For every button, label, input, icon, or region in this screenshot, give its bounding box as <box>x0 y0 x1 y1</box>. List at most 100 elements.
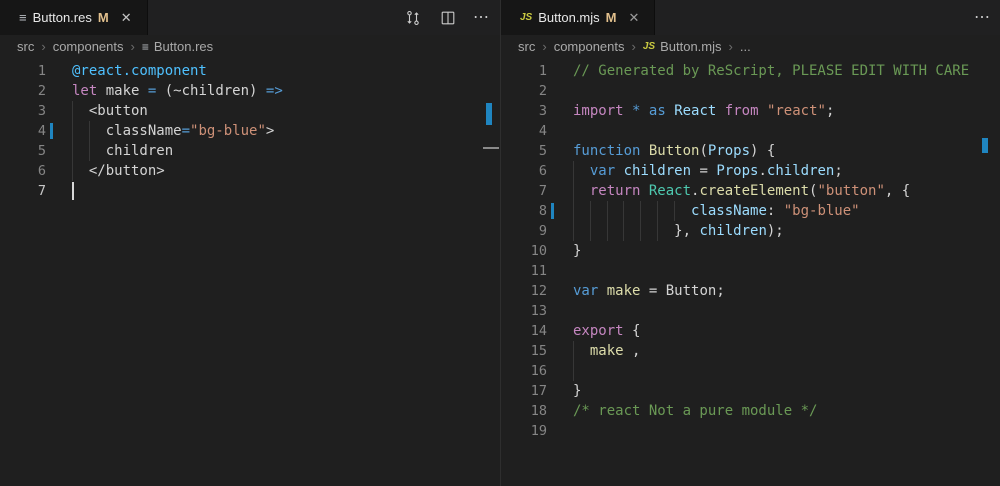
modified-gutter-marker <box>551 203 554 219</box>
code-line[interactable]: 12 var make = Button; <box>501 281 1000 301</box>
breadcrumb-separator: › <box>542 39 546 54</box>
indent-guide <box>573 361 574 381</box>
more-actions-icon[interactable]: ⋯ <box>473 13 490 23</box>
code-line[interactable]: 2 <box>501 81 1000 101</box>
code-line[interactable]: 4 className="bg-blue"> <box>0 121 500 141</box>
code-text: @react.component <box>72 61 207 81</box>
code-text: // Generated by ReScript, PLEASE EDIT WI… <box>573 61 969 81</box>
line-number: 5 <box>0 141 46 161</box>
modified-badge: M <box>98 10 109 25</box>
code-text: } <box>573 381 581 401</box>
line-number: 19 <box>501 421 547 441</box>
breadcrumb-item[interactable]: ... <box>740 39 751 54</box>
line-number: 5 <box>501 141 547 161</box>
editor-group-right: JS Button.mjs M ✕ ⋯ src›components›JSBut… <box>500 0 1000 486</box>
breadcrumb-left: src›components›≡Button.res <box>0 35 500 58</box>
breadcrumb-item[interactable]: src <box>518 39 535 54</box>
js-file-icon: JS <box>520 13 532 23</box>
code-line[interactable]: 1@react.component <box>0 61 500 81</box>
breadcrumb-item[interactable]: JSButton.mjs <box>643 39 722 54</box>
line-number: 9 <box>501 221 547 241</box>
close-icon[interactable]: ✕ <box>626 9 643 27</box>
code-line[interactable]: 13 <box>501 301 1000 321</box>
breadcrumb-item[interactable]: components <box>554 39 625 54</box>
breadcrumb-separator: › <box>729 39 733 54</box>
code-text: import * as React from "react"; <box>573 101 834 121</box>
code-line[interactable]: 15 make , <box>501 341 1000 361</box>
line-number: 11 <box>501 261 547 281</box>
breadcrumb-item[interactable]: components <box>53 39 124 54</box>
tab-bar-right: JS Button.mjs M ✕ ⋯ <box>501 0 1000 35</box>
code-text: /* react Not a pure module */ <box>573 401 817 421</box>
code-text: var make = Button; <box>573 281 725 301</box>
code-line[interactable]: 11 <box>501 261 1000 281</box>
file-lines-icon: ≡ <box>19 11 27 24</box>
code-line[interactable]: 3 import * as React from "react"; <box>501 101 1000 121</box>
breadcrumb-item[interactable]: src <box>17 39 34 54</box>
line-number: 12 <box>501 281 547 301</box>
breadcrumb-separator: › <box>41 39 45 54</box>
code-text: </button> <box>72 161 165 181</box>
code-line[interactable]: 17} <box>501 381 1000 401</box>
split-editor-icon[interactable] <box>438 8 458 28</box>
code-line[interactable]: 5 function Button(Props) { <box>501 141 1000 161</box>
modified-gutter-marker <box>50 123 53 139</box>
code-editor-button-mjs[interactable]: 1 // Generated by ReScript, PLEASE EDIT W… <box>501 58 1000 441</box>
code-line[interactable]: 3 <button <box>0 101 500 121</box>
code-text: let make = (~children) => <box>72 81 283 101</box>
open-changes-icon[interactable] <box>403 8 423 28</box>
text-cursor <box>72 182 74 200</box>
code-line[interactable]: 1 // Generated by ReScript, PLEASE EDIT W… <box>501 61 1000 81</box>
code-line[interactable]: 8 className: "bg-blue" <box>501 201 1000 221</box>
code-line[interactable]: 5 children <box>0 141 500 161</box>
breadcrumb-item[interactable]: ≡Button.res <box>142 39 213 54</box>
code-text: <button <box>72 101 148 121</box>
code-line[interactable]: 10} <box>501 241 1000 261</box>
code-editor-button-res[interactable]: 1@react.component2 let make = (~children)… <box>0 58 500 201</box>
code-line[interactable]: 14 export { <box>501 321 1000 341</box>
tab-label: Button.res <box>33 10 92 25</box>
breadcrumb-separator: › <box>632 39 636 54</box>
code-line[interactable]: 19 <box>501 421 1000 441</box>
code-line[interactable]: 16 <box>501 361 1000 381</box>
code-line[interactable]: 2 let make = (~children) => <box>0 81 500 101</box>
line-number: 4 <box>501 121 547 141</box>
code-line[interactable]: 18 /* react Not a pure module */ <box>501 401 1000 421</box>
tab-label: Button.mjs <box>538 10 599 25</box>
tab-bar-left: ≡ Button.res M ✕ <box>0 0 500 35</box>
code-text: return React.createElement("button", { <box>573 181 910 201</box>
line-number: 18 <box>501 401 547 421</box>
code-line[interactable]: 7 <box>0 181 500 201</box>
code-line[interactable]: 6 var children = Props.children; <box>501 161 1000 181</box>
code-line[interactable]: 9 }, children); <box>501 221 1000 241</box>
modified-badge: M <box>606 10 617 25</box>
line-number: 2 <box>0 81 46 101</box>
line-number: 10 <box>501 241 547 261</box>
tab-button-mjs[interactable]: JS Button.mjs M ✕ <box>501 0 655 35</box>
line-number: 16 <box>501 361 547 381</box>
code-text: export { <box>573 321 640 341</box>
code-text: } <box>573 241 581 261</box>
code-line[interactable]: 7 return React.createElement("button", { <box>501 181 1000 201</box>
code-line[interactable]: 6 </button> <box>0 161 500 181</box>
line-number: 15 <box>501 341 547 361</box>
tab-button-res[interactable]: ≡ Button.res M ✕ <box>0 0 148 35</box>
line-number: 7 <box>501 181 547 201</box>
line-number: 14 <box>501 321 547 341</box>
code-text: }, children); <box>573 221 784 241</box>
code-text: make , <box>573 341 640 361</box>
editor-actions: ⋯ <box>974 0 991 35</box>
breadcrumb-right: src › components › JSButton.mjs ›... <box>501 35 1000 58</box>
line-number: 1 <box>501 61 547 81</box>
line-number: 17 <box>501 381 547 401</box>
line-number: 3 <box>501 101 547 121</box>
line-number: 13 <box>501 301 547 321</box>
close-icon[interactable]: ✕ <box>118 9 135 27</box>
more-actions-icon[interactable]: ⋯ <box>974 13 991 23</box>
code-text: children <box>72 141 173 161</box>
code-line[interactable]: 4 <box>501 121 1000 141</box>
overview-modified-marker <box>982 138 988 153</box>
js-file-icon: JS <box>643 42 655 52</box>
code-text: function Button(Props) { <box>573 141 775 161</box>
line-number: 7 <box>0 181 46 201</box>
